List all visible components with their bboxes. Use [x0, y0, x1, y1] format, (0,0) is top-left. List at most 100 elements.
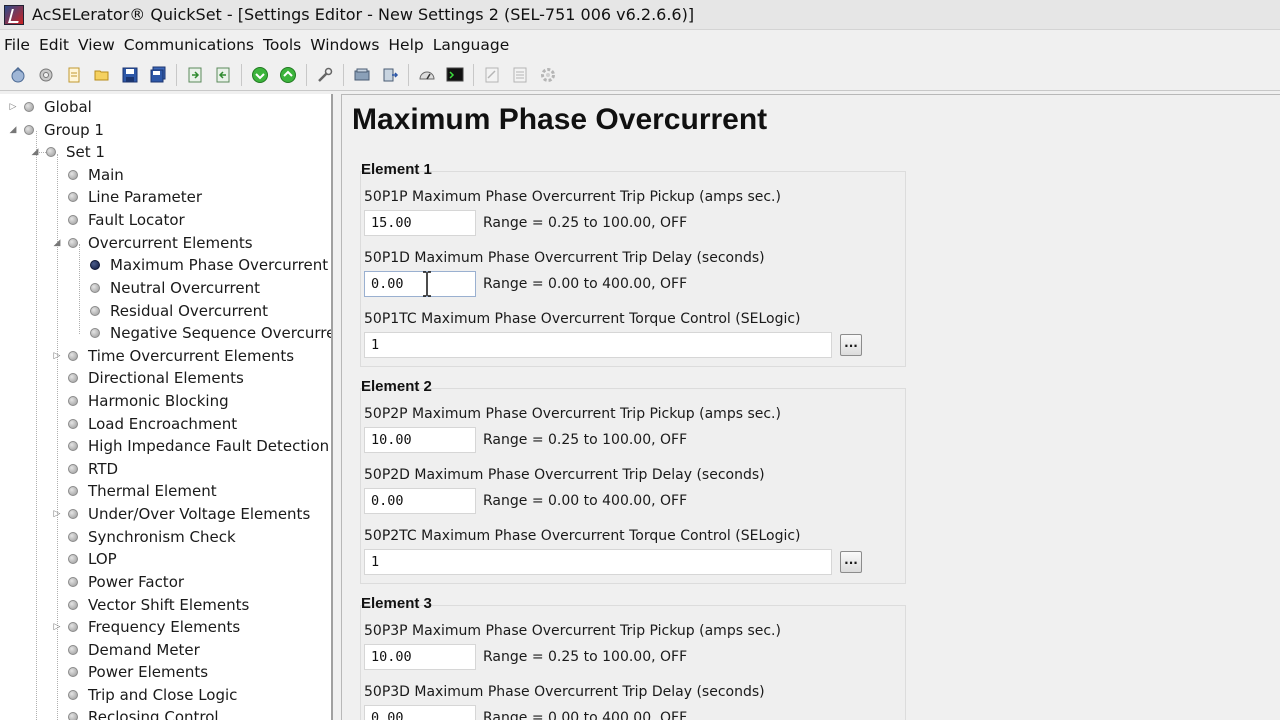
tree-item-under-over-voltage-elements[interactable]: ▷ Under/Over Voltage Elements [52, 503, 311, 525]
toolbar-separator [343, 63, 344, 86]
gear-icon[interactable] [539, 66, 557, 84]
new-icon[interactable] [65, 66, 83, 84]
tree-item-power-elements[interactable]: Power Elements [52, 661, 208, 683]
tree-item-thermal-element[interactable]: Thermal Element [52, 480, 217, 502]
tree-item-residual-overcurrent[interactable]: Residual Overcurrent [74, 300, 268, 322]
menu-view[interactable]: View [78, 36, 115, 54]
tree-item-frequency-elements[interactable]: ▷ Frequency Elements [52, 616, 241, 638]
open-icon[interactable] [93, 66, 111, 84]
node-bullet-icon [68, 419, 78, 429]
tree-item-label: Overcurrent Elements [88, 234, 253, 252]
setting-50p2p: 50P2P Maximum Phase Overcurrent Trip Pic… [364, 404, 781, 453]
tree-item-load-encroachment[interactable]: Load Encroachment [52, 413, 237, 435]
tree-item-trip-and-close-logic[interactable]: Trip and Close Logic [52, 684, 237, 706]
settings-editor-pane: Maximum Phase Overcurrent Element 1 50P1… [341, 94, 1280, 720]
tree-item-neutral-overcurrent[interactable]: Neutral Overcurrent [74, 277, 260, 299]
setting-50p2d: 50P2D Maximum Phase Overcurrent Trip Del… [364, 465, 765, 514]
save-all-icon[interactable] [149, 66, 167, 84]
selogic-edit-button[interactable]: ... [840, 334, 862, 356]
node-bullet-icon [68, 712, 78, 720]
toolbar-separator [473, 63, 474, 86]
tree-expander[interactable]: ◢ [8, 125, 18, 135]
tree-item-harmonic-blocking[interactable]: Harmonic Blocking [52, 390, 229, 412]
settings-tree: ▷ Global ◢ Group 1 ◢ Set 1 Main Line Parame… [0, 94, 333, 720]
node-bullet-icon [68, 645, 78, 655]
node-bullet-icon [68, 215, 78, 225]
pickup-input[interactable]: 10.00 [364, 427, 476, 453]
menu-help[interactable]: Help [388, 36, 423, 54]
toolbar-separator [306, 63, 307, 86]
menu-communications[interactable]: Communications [124, 36, 254, 54]
tree-item-vector-shift-elements[interactable]: Vector Shift Elements [52, 594, 249, 616]
tree-item-label: Residual Overcurrent [110, 302, 268, 320]
tree-item-group-1[interactable]: ◢ Group 1 [8, 119, 104, 141]
tools-icon[interactable] [316, 66, 334, 84]
tree-item-lop[interactable]: LOP [52, 548, 117, 570]
tree-item-line-parameter[interactable]: Line Parameter [52, 186, 202, 208]
settings-icon[interactable] [37, 66, 55, 84]
setting-label: 50P2P Maximum Phase Overcurrent Trip Pic… [364, 406, 781, 422]
node-bullet-icon [68, 464, 78, 474]
tree-connector [36, 131, 37, 720]
edit-icon[interactable] [483, 66, 501, 84]
tree-item-label: LOP [88, 550, 117, 568]
tree-item-label: Frequency Elements [88, 618, 241, 636]
setting-label: 50P1TC Maximum Phase Overcurrent Torque … [364, 311, 801, 327]
tree-expander[interactable]: ▷ [52, 509, 62, 519]
menu-edit[interactable]: Edit [39, 36, 69, 54]
save-icon[interactable] [121, 66, 139, 84]
tree-item-label: Group 1 [44, 121, 104, 139]
node-bullet-icon [68, 192, 78, 202]
tree-item-overcurrent-elements[interactable]: ◢ Overcurrent Elements [52, 232, 253, 254]
selogic-edit-button[interactable]: ... [840, 551, 862, 573]
tree-item-directional-elements[interactable]: Directional Elements [52, 367, 244, 389]
tree-item-global[interactable]: ▷ Global [8, 96, 92, 118]
torque-control-input[interactable]: 1 [364, 332, 832, 358]
tree-item-set-1[interactable]: ◢ Set 1 [30, 141, 105, 163]
menu-file[interactable]: File [4, 36, 30, 54]
setting-label: 50P3D Maximum Phase Overcurrent Trip Del… [364, 684, 765, 700]
menu-tools[interactable]: Tools [263, 36, 301, 54]
tree-item-negative-sequence-overcurrent[interactable]: Negative Sequence Overcurre [74, 322, 331, 344]
import-icon[interactable] [186, 66, 204, 84]
connect-icon[interactable] [9, 66, 27, 84]
send-icon[interactable] [381, 66, 399, 84]
upload-icon[interactable] [279, 66, 297, 84]
tree-item-label: Harmonic Blocking [88, 392, 229, 410]
tree-item-power-factor[interactable]: Power Factor [52, 571, 184, 593]
tree-item-rtd[interactable]: RTD [52, 458, 118, 480]
list-icon[interactable] [511, 66, 529, 84]
tree-item-label: Neutral Overcurrent [110, 279, 260, 297]
tree-item-synchronism-check[interactable]: Synchronism Check [52, 526, 236, 548]
read-icon[interactable] [353, 66, 371, 84]
terminal-icon[interactable] [446, 66, 464, 84]
tree-item-demand-meter[interactable]: Demand Meter [52, 639, 200, 661]
meter-icon[interactable] [418, 66, 436, 84]
tree-expander[interactable]: ▷ [52, 622, 62, 632]
tree-item-time-overcurrent-elements[interactable]: ▷ Time Overcurrent Elements [52, 345, 295, 367]
pickup-input[interactable]: 10.00 [364, 644, 476, 670]
node-bullet-icon [68, 532, 78, 542]
menu-windows[interactable]: Windows [310, 36, 379, 54]
setting-label: 50P1D Maximum Phase Overcurrent Trip Del… [364, 250, 765, 266]
range-text: Range = 0.25 to 100.00, OFF [483, 649, 688, 665]
tree-expander[interactable]: ◢ [30, 147, 40, 157]
tree-expander[interactable]: ▷ [8, 102, 18, 112]
tree-item-main[interactable]: Main [52, 164, 124, 186]
setting-50p3d: 50P3D Maximum Phase Overcurrent Trip Del… [364, 682, 765, 720]
download-icon[interactable] [251, 66, 269, 84]
delay-input[interactable]: 0.00 [364, 271, 476, 297]
tree-expander[interactable]: ▷ [52, 351, 62, 361]
delay-input[interactable]: 0.00 [364, 488, 476, 514]
tree-item-label: Line Parameter [88, 188, 203, 206]
tree-item-high-impedance-fault-detection[interactable]: High Impedance Fault Detection [52, 435, 329, 457]
pickup-input[interactable]: 15.00 [364, 210, 476, 236]
torque-control-input[interactable]: 1 [364, 549, 832, 575]
menu-language[interactable]: Language [433, 36, 510, 54]
tree-item-reclosing-control[interactable]: Reclosing Control [52, 706, 219, 720]
tree-expander[interactable]: ◢ [52, 238, 62, 248]
tree-item-maximum-phase-overcurrent[interactable]: Maximum Phase Overcurrent [74, 254, 328, 276]
tree-item-fault-locator[interactable]: Fault Locator [52, 209, 185, 231]
delay-input[interactable]: 0.00 [364, 705, 476, 720]
export-icon[interactable] [214, 66, 232, 84]
